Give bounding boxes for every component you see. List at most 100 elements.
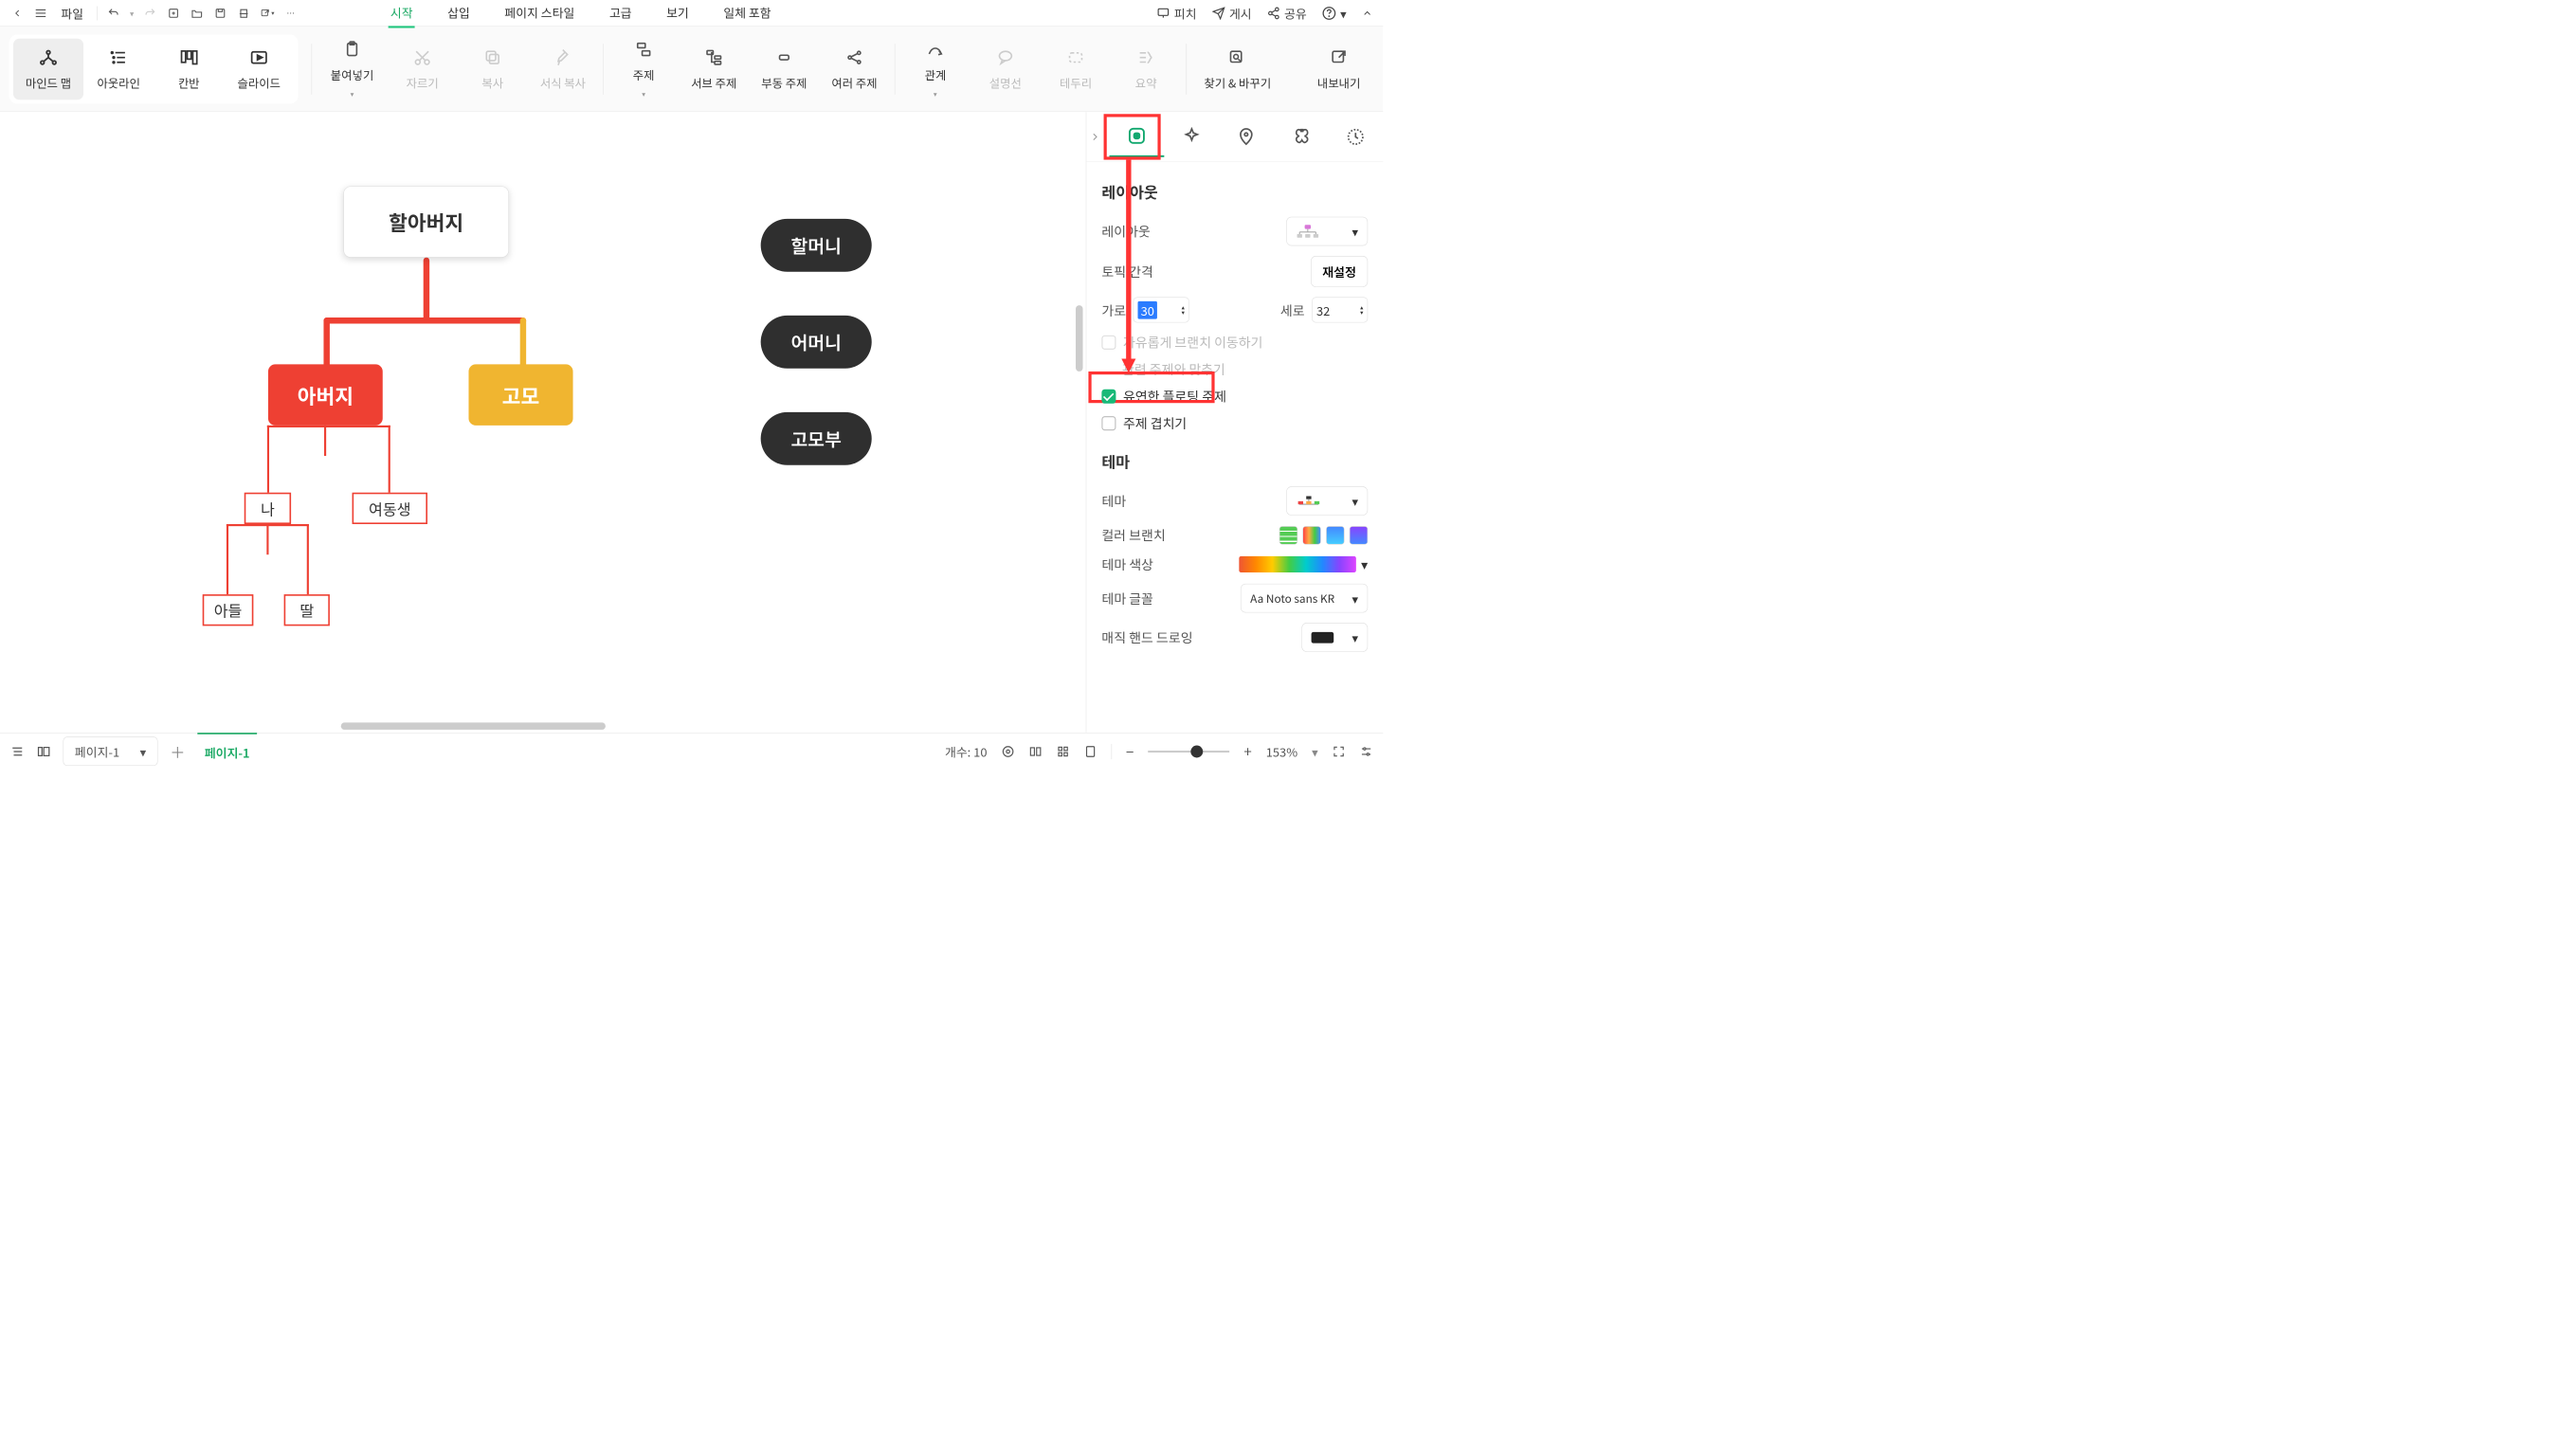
tab-all[interactable]: 일체 포함 <box>721 0 773 28</box>
node-sister[interactable]: 여동생 <box>353 493 427 524</box>
label-theme: 테마 <box>1101 492 1126 511</box>
panel-tab-marker[interactable] <box>1219 117 1274 157</box>
checkbox-overlap[interactable]: 주제 겹치기 <box>1101 413 1368 432</box>
paste-icon <box>342 39 362 59</box>
view-outline-button[interactable]: 아웃라인 <box>83 39 154 100</box>
redo-icon[interactable] <box>143 6 157 20</box>
node-grandmother[interactable]: 할머니 <box>761 219 872 272</box>
open-icon[interactable] <box>190 6 204 20</box>
view-slide-button[interactable]: 슬라이드 <box>224 39 294 100</box>
callout-icon <box>995 47 1015 67</box>
main-tabs: 시작 삽입 페이지 스타일 고급 보기 일체 포함 <box>389 0 773 28</box>
multi-icon <box>844 47 864 67</box>
top-menu-bar: 파일 ▾ ▾ ⋯ 시작 삽입 페이지 스타일 고급 보기 일체 포함 피치 게시… <box>0 0 1383 27</box>
label-theme-font: 테마 글꼴 <box>1101 589 1153 608</box>
export-button[interactable]: 내보내기 <box>1304 39 1374 100</box>
zoom-out-button[interactable]: − <box>1126 741 1134 761</box>
topic-button[interactable]: 주제▾ <box>608 39 679 100</box>
mindmap-canvas[interactable]: 할아버지 아버지 고모 나 여동생 아들 딸 할머니 어머니 고모부 <box>0 112 1086 733</box>
page-tab-1[interactable]: 페이지-1 <box>197 733 257 771</box>
tab-advanced[interactable]: 고급 <box>608 0 634 28</box>
tab-view[interactable]: 보기 <box>664 0 691 28</box>
multi-topic-button[interactable]: 여러 주제 <box>819 39 889 100</box>
page-icon[interactable] <box>1083 745 1097 758</box>
node-son[interactable]: 아들 <box>203 594 254 626</box>
v-scroll-thumb[interactable] <box>1076 305 1083 372</box>
share-button[interactable]: 공유 <box>1267 4 1307 22</box>
focus-icon[interactable] <box>1002 745 1015 758</box>
panel-collapse-icon[interactable] <box>1086 127 1103 145</box>
node-root[interactable]: 할아버지 <box>343 187 508 258</box>
share-dd-icon[interactable]: ▾ <box>260 6 274 20</box>
panel-tab-history[interactable] <box>1329 117 1384 157</box>
label-v-spacing: 세로 <box>1280 300 1305 319</box>
page-selector[interactable]: 페이지-1▾ <box>63 736 158 766</box>
section-layout-title: 레이아웃 <box>1101 180 1368 203</box>
print-icon[interactable] <box>237 6 251 20</box>
float-icon <box>774 47 794 67</box>
v-spacing-input[interactable]: 32▴▾ <box>1312 298 1368 323</box>
panel-tab-ai[interactable] <box>1164 117 1219 157</box>
more-icon[interactable]: ⋯ <box>283 6 298 20</box>
label-color-branch: 컬러 브랜치 <box>1101 526 1165 545</box>
h-scroll-thumb[interactable] <box>341 722 606 730</box>
sidebar-toggle-icon[interactable] <box>37 744 51 758</box>
view-kanban-button[interactable]: 칸반 <box>154 39 224 100</box>
back-icon[interactable] <box>10 6 25 20</box>
label-handdrawn: 매직 핸드 드로잉 <box>1101 628 1192 647</box>
new-icon[interactable] <box>167 6 181 20</box>
pitch-button[interactable]: 피치 <box>1157 4 1197 22</box>
checkbox-free-branch: 자유롭게 브랜치 이동하기 <box>1101 333 1368 352</box>
node-mother[interactable]: 어머니 <box>761 316 872 369</box>
undo-icon[interactable] <box>106 6 120 20</box>
kanban-icon <box>178 47 198 67</box>
handdrawn-selector[interactable]: ▾ <box>1301 623 1368 652</box>
copy-button: 복사 <box>458 39 528 100</box>
outline-toggle-icon[interactable] <box>10 744 25 758</box>
add-page-icon[interactable]: ＋ <box>170 740 185 763</box>
help-icon[interactable]: ▾ <box>1322 4 1347 22</box>
collapse-ribbon-icon[interactable] <box>1362 8 1373 19</box>
node-aunt[interactable]: 고모 <box>468 364 572 425</box>
h-spacing-input[interactable]: 30▴▾ <box>1134 298 1189 323</box>
theme-color-picker[interactable]: ▾ <box>1239 554 1368 573</box>
zoom-slider[interactable] <box>1148 751 1229 753</box>
view-mindmap-button[interactable]: 마인드 맵 <box>13 39 83 100</box>
brush-icon <box>553 47 572 67</box>
panel-tab-style[interactable] <box>1110 117 1165 157</box>
tab-start[interactable]: 시작 <box>389 0 415 28</box>
theme-font-selector[interactable]: Aa Noto sans KR▾ <box>1241 584 1368 613</box>
node-uncle[interactable]: 고모부 <box>761 412 872 465</box>
fullscreen-icon[interactable] <box>1333 745 1346 758</box>
theme-selector[interactable]: ▾ <box>1286 486 1368 516</box>
color-branch-swatches[interactable] <box>1279 526 1368 544</box>
subtopic-button[interactable]: 서브 주제 <box>679 39 749 100</box>
search-icon <box>1227 47 1247 67</box>
tab-page-style[interactable]: 페이지 스타일 <box>502 0 576 28</box>
reset-spacing-button[interactable]: 재설정 <box>1311 256 1368 287</box>
node-father[interactable]: 아버지 <box>268 364 383 425</box>
split-icon[interactable] <box>1028 745 1042 758</box>
find-replace-button[interactable]: 찾기 & 바꾸기 <box>1191 39 1283 100</box>
node-me[interactable]: 나 <box>245 493 291 524</box>
floating-topic-button[interactable]: 부동 주제 <box>749 39 819 100</box>
callout-button: 설명선 <box>971 39 1041 100</box>
menu-icon[interactable] <box>33 6 47 20</box>
settings-icon[interactable] <box>1360 745 1373 758</box>
paste-button[interactable]: 붙여넣기▾ <box>317 39 387 100</box>
zoom-in-button[interactable]: + <box>1243 741 1251 761</box>
grid-icon[interactable] <box>1056 745 1069 758</box>
format-panel: 레이아웃 레이아웃 ▾ 토픽 간격 재설정 가로 30▴▾ 세로 32▴▾ 자유… <box>1086 112 1384 733</box>
publish-button[interactable]: 게시 <box>1212 4 1252 22</box>
summary-icon <box>1135 47 1155 67</box>
checkbox-flex-float[interactable]: 유연한 플로팅 주제 <box>1101 387 1368 406</box>
layout-selector[interactable]: ▾ <box>1286 217 1368 246</box>
relation-button[interactable]: 관계▾ <box>900 39 971 100</box>
zoom-level[interactable]: 153% <box>1266 742 1297 760</box>
panel-tab-clipart[interactable] <box>1274 117 1329 157</box>
menu-file[interactable]: 파일 <box>57 4 87 22</box>
save-icon[interactable] <box>213 6 227 20</box>
relation-icon <box>925 39 945 59</box>
node-daughter[interactable]: 딸 <box>284 594 330 626</box>
tab-insert[interactable]: 삽입 <box>445 0 472 28</box>
